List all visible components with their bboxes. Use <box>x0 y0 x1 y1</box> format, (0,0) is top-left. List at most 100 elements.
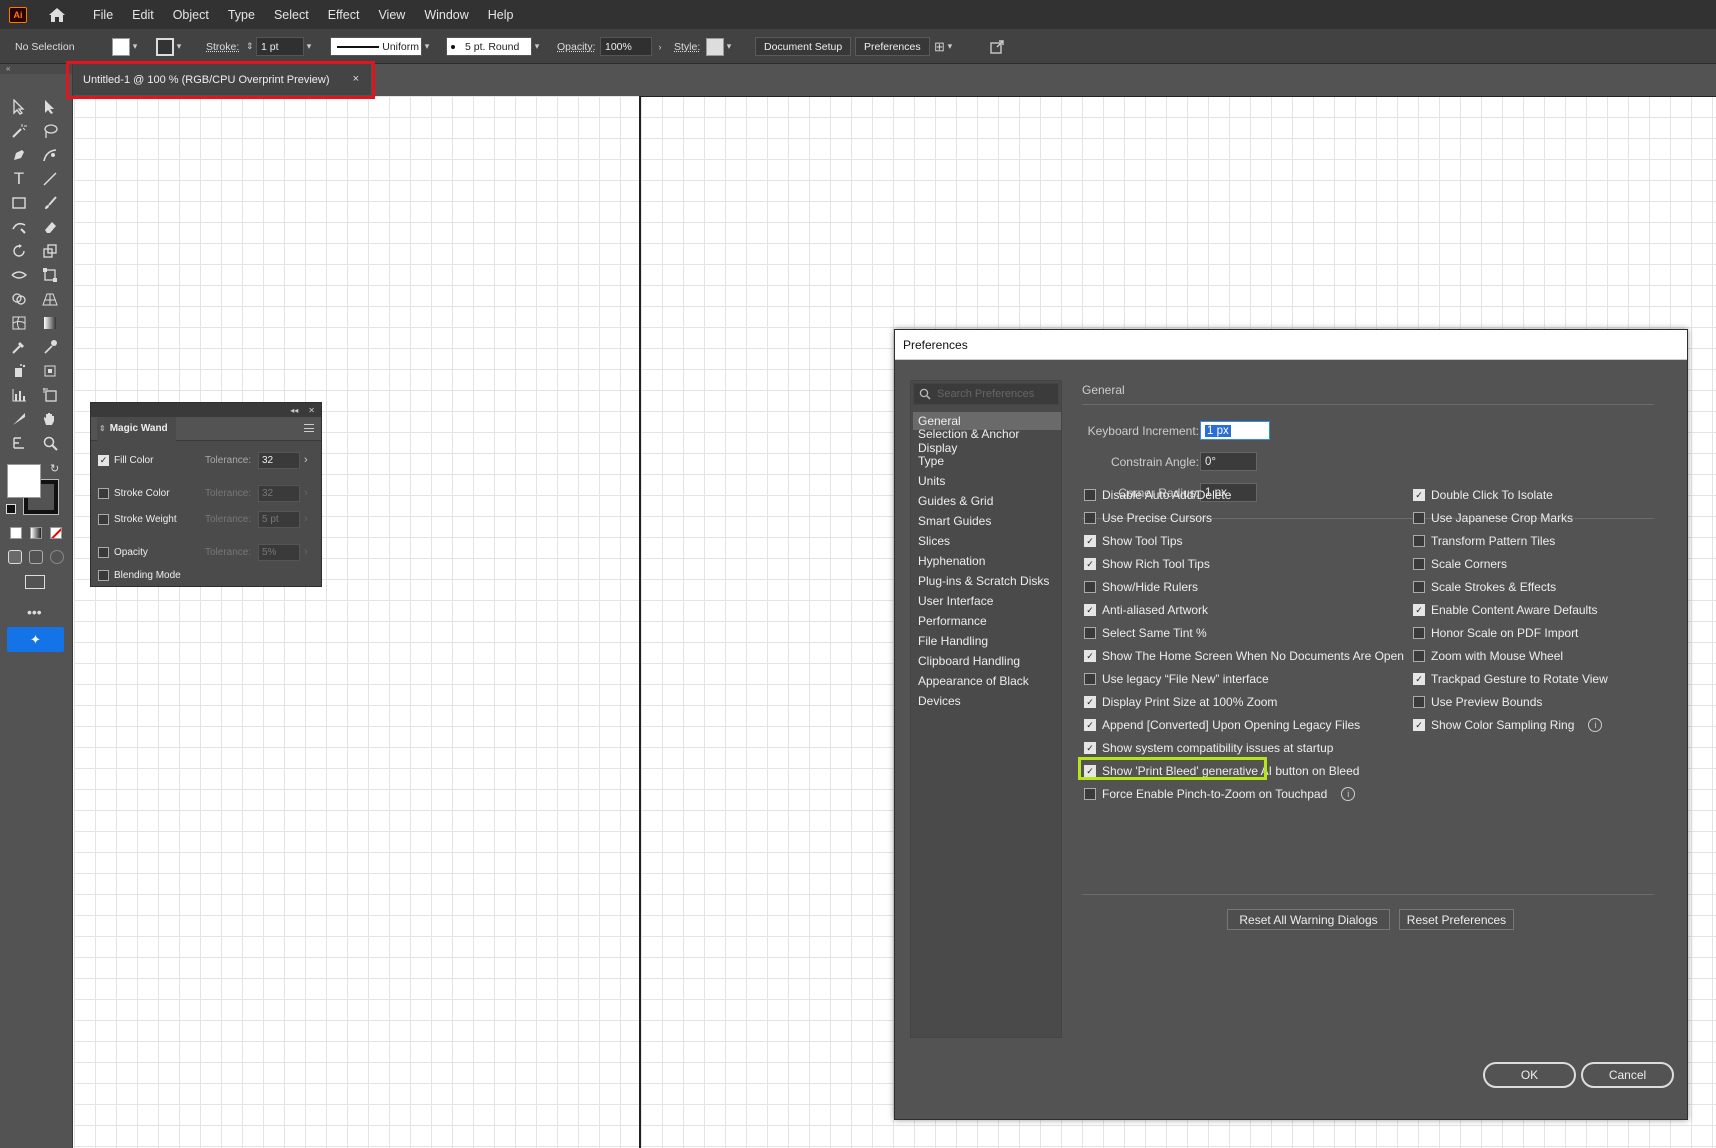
nav-smart-guides[interactable]: Smart Guides <box>913 512 1061 530</box>
nav-slices[interactable]: Slices <box>913 532 1061 550</box>
nav-user-interface[interactable]: User Interface <box>913 592 1061 610</box>
menu-edit[interactable]: Edit <box>132 8 154 22</box>
menu-window[interactable]: Window <box>424 8 468 22</box>
rotate-tool-icon[interactable] <box>8 240 30 262</box>
collapse-icon[interactable]: « <box>0 64 72 74</box>
search-field[interactable]: Search Preferences <box>913 383 1059 405</box>
scale-tool-icon[interactable] <box>39 240 61 262</box>
draw-inside-icon[interactable] <box>50 550 64 564</box>
tolerance-field[interactable]: 32 <box>258 451 300 469</box>
eraser-tool-icon[interactable] <box>39 216 61 238</box>
more-tools-icon[interactable]: ••• <box>27 604 42 620</box>
checkbox[interactable]: ✓ <box>1084 742 1096 754</box>
chevron-right-icon[interactable]: › <box>304 454 308 466</box>
document-setup-button[interactable]: Document Setup <box>755 37 852 56</box>
checkbox[interactable] <box>1413 696 1425 708</box>
rectangle-tool-icon[interactable] <box>8 192 30 214</box>
nav-file-handling[interactable]: File Handling <box>913 632 1061 650</box>
close-panel-icon[interactable]: ✕ <box>308 406 315 415</box>
checkbox[interactable]: ✓ <box>1084 535 1096 547</box>
checkbox[interactable] <box>1084 627 1096 639</box>
info-icon[interactable]: i <box>1588 718 1603 732</box>
pref-option[interactable]: ✓ Enable Content Aware Defaults <box>1413 601 1598 619</box>
chevron-down-icon[interactable]: ▾ <box>945 37 955 56</box>
mesh-tool-icon[interactable] <box>8 312 30 334</box>
stroke-swatch[interactable]: ▾ <box>156 37 184 56</box>
pref-option[interactable]: Transform Pattern Tiles <box>1413 532 1555 550</box>
menu-file[interactable]: File <box>93 8 113 22</box>
chevron-down-icon[interactable]: ▾ <box>724 37 734 56</box>
nav-guides-grid[interactable]: Guides & Grid <box>913 492 1061 510</box>
nav-type[interactable]: Type <box>913 452 1061 470</box>
pref-option[interactable]: Select Same Tint % <box>1084 624 1207 642</box>
pref-option[interactable]: ✓ Show Tool Tips <box>1084 532 1183 550</box>
nav-performance[interactable]: Performance <box>913 612 1061 630</box>
symbol-sprayer-tool-icon[interactable] <box>8 360 30 382</box>
slice-tool-icon[interactable] <box>8 408 30 430</box>
stepper-arrows-icon[interactable]: ⇕ <box>246 41 256 52</box>
checkbox[interactable]: ✓ <box>1084 696 1096 708</box>
column-graph-tool-icon[interactable] <box>8 384 30 406</box>
ok-button[interactable]: OK <box>1483 1062 1576 1088</box>
variable-width-profile[interactable]: Uniform ▾ <box>330 37 432 56</box>
perspective-grid-tool-icon[interactable] <box>39 288 61 310</box>
opacity-field[interactable]: 100% <box>600 37 652 56</box>
constrain-angle-field[interactable]: 0° <box>1200 452 1257 471</box>
magic-wand-tab[interactable]: ⇕ Magic Wand <box>91 416 321 441</box>
puppet-warp-tool-icon[interactable] <box>8 432 30 454</box>
menu-effect[interactable]: Effect <box>328 8 360 22</box>
checkbox[interactable] <box>98 513 109 525</box>
live-paint-bucket-icon[interactable] <box>39 360 61 382</box>
opacity-label[interactable]: Opacity: <box>557 37 596 56</box>
chevron-right-icon[interactable]: › <box>655 37 665 56</box>
artboard-tool-icon[interactable] <box>39 384 61 406</box>
pen-tool-icon[interactable] <box>8 144 30 166</box>
chevron-down-icon[interactable]: ▾ <box>532 37 542 56</box>
pref-option[interactable]: ✓ Show Color Sampling Ring i <box>1413 716 1603 734</box>
menu-view[interactable]: View <box>378 8 405 22</box>
stroke-weight-option[interactable]: Stroke Weight Tolerance: 5 pt › <box>98 510 316 528</box>
home-icon[interactable] <box>47 5 67 25</box>
hand-tool-icon[interactable] <box>39 408 61 430</box>
pref-option[interactable]: ✓ Append [Converted] Upon Opening Legacy … <box>1084 716 1360 734</box>
style-label[interactable]: Style: <box>674 37 700 56</box>
nav-plugins-scratch[interactable]: Plug-ins & Scratch Disks <box>913 572 1061 590</box>
width-tool-icon[interactable] <box>8 264 30 286</box>
pref-option[interactable]: ✓ Show Rich Tool Tips <box>1084 555 1210 573</box>
color-mode-icon[interactable] <box>10 527 22 539</box>
nav-hyphenation[interactable]: Hyphenation <box>913 552 1061 570</box>
pref-option[interactable]: Use legacy “File New” interface <box>1084 670 1269 688</box>
draw-behind-icon[interactable] <box>29 550 43 564</box>
chevron-down-icon[interactable]: ▾ <box>174 37 184 56</box>
reset-warning-dialogs-button[interactable]: Reset All Warning Dialogs <box>1227 909 1390 930</box>
default-colors-icon[interactable] <box>6 504 16 514</box>
pref-option[interactable]: ✓ Display Print Size at 100% Zoom <box>1084 693 1277 711</box>
share-icon[interactable] <box>989 37 1005 56</box>
checkbox[interactable] <box>1084 673 1096 685</box>
checkbox[interactable]: ✓ <box>1413 673 1425 685</box>
pref-option[interactable]: Scale Strokes & Effects <box>1413 578 1556 596</box>
menu-help[interactable]: Help <box>488 8 514 22</box>
checkbox[interactable] <box>1413 558 1425 570</box>
checkbox[interactable]: ✓ <box>1413 604 1425 616</box>
opacity-control[interactable]: 100% › <box>600 37 665 56</box>
keyboard-increment-field[interactable]: 1 px <box>1200 421 1270 440</box>
menu-type[interactable]: Type <box>228 8 255 22</box>
checkbox[interactable] <box>1413 512 1425 524</box>
pref-option[interactable]: Force Enable Pinch-to-Zoom on Touchpad i <box>1084 785 1356 803</box>
opacity-option[interactable]: Opacity Tolerance: 5% › <box>98 543 316 561</box>
info-icon[interactable]: i <box>1341 787 1356 801</box>
lasso-tool-icon[interactable] <box>39 120 61 142</box>
pref-option[interactable]: Zoom with Mouse Wheel <box>1413 647 1563 665</box>
generative-ai-button[interactable]: ✦ <box>7 627 64 652</box>
blend-tool-icon[interactable] <box>39 336 61 358</box>
screen-mode-icon[interactable] <box>25 575 45 589</box>
curvature-tool-icon[interactable] <box>39 144 61 166</box>
reset-preferences-button[interactable]: Reset Preferences <box>1399 909 1514 930</box>
checkbox[interactable]: ✓ <box>1084 558 1096 570</box>
shaper-tool-icon[interactable] <box>8 216 30 238</box>
magic-wand-tool-icon[interactable] <box>8 120 30 142</box>
checkbox[interactable]: ✓ <box>1413 489 1425 501</box>
type-tool-icon[interactable]: T <box>8 168 30 190</box>
cancel-button[interactable]: Cancel <box>1581 1062 1674 1088</box>
